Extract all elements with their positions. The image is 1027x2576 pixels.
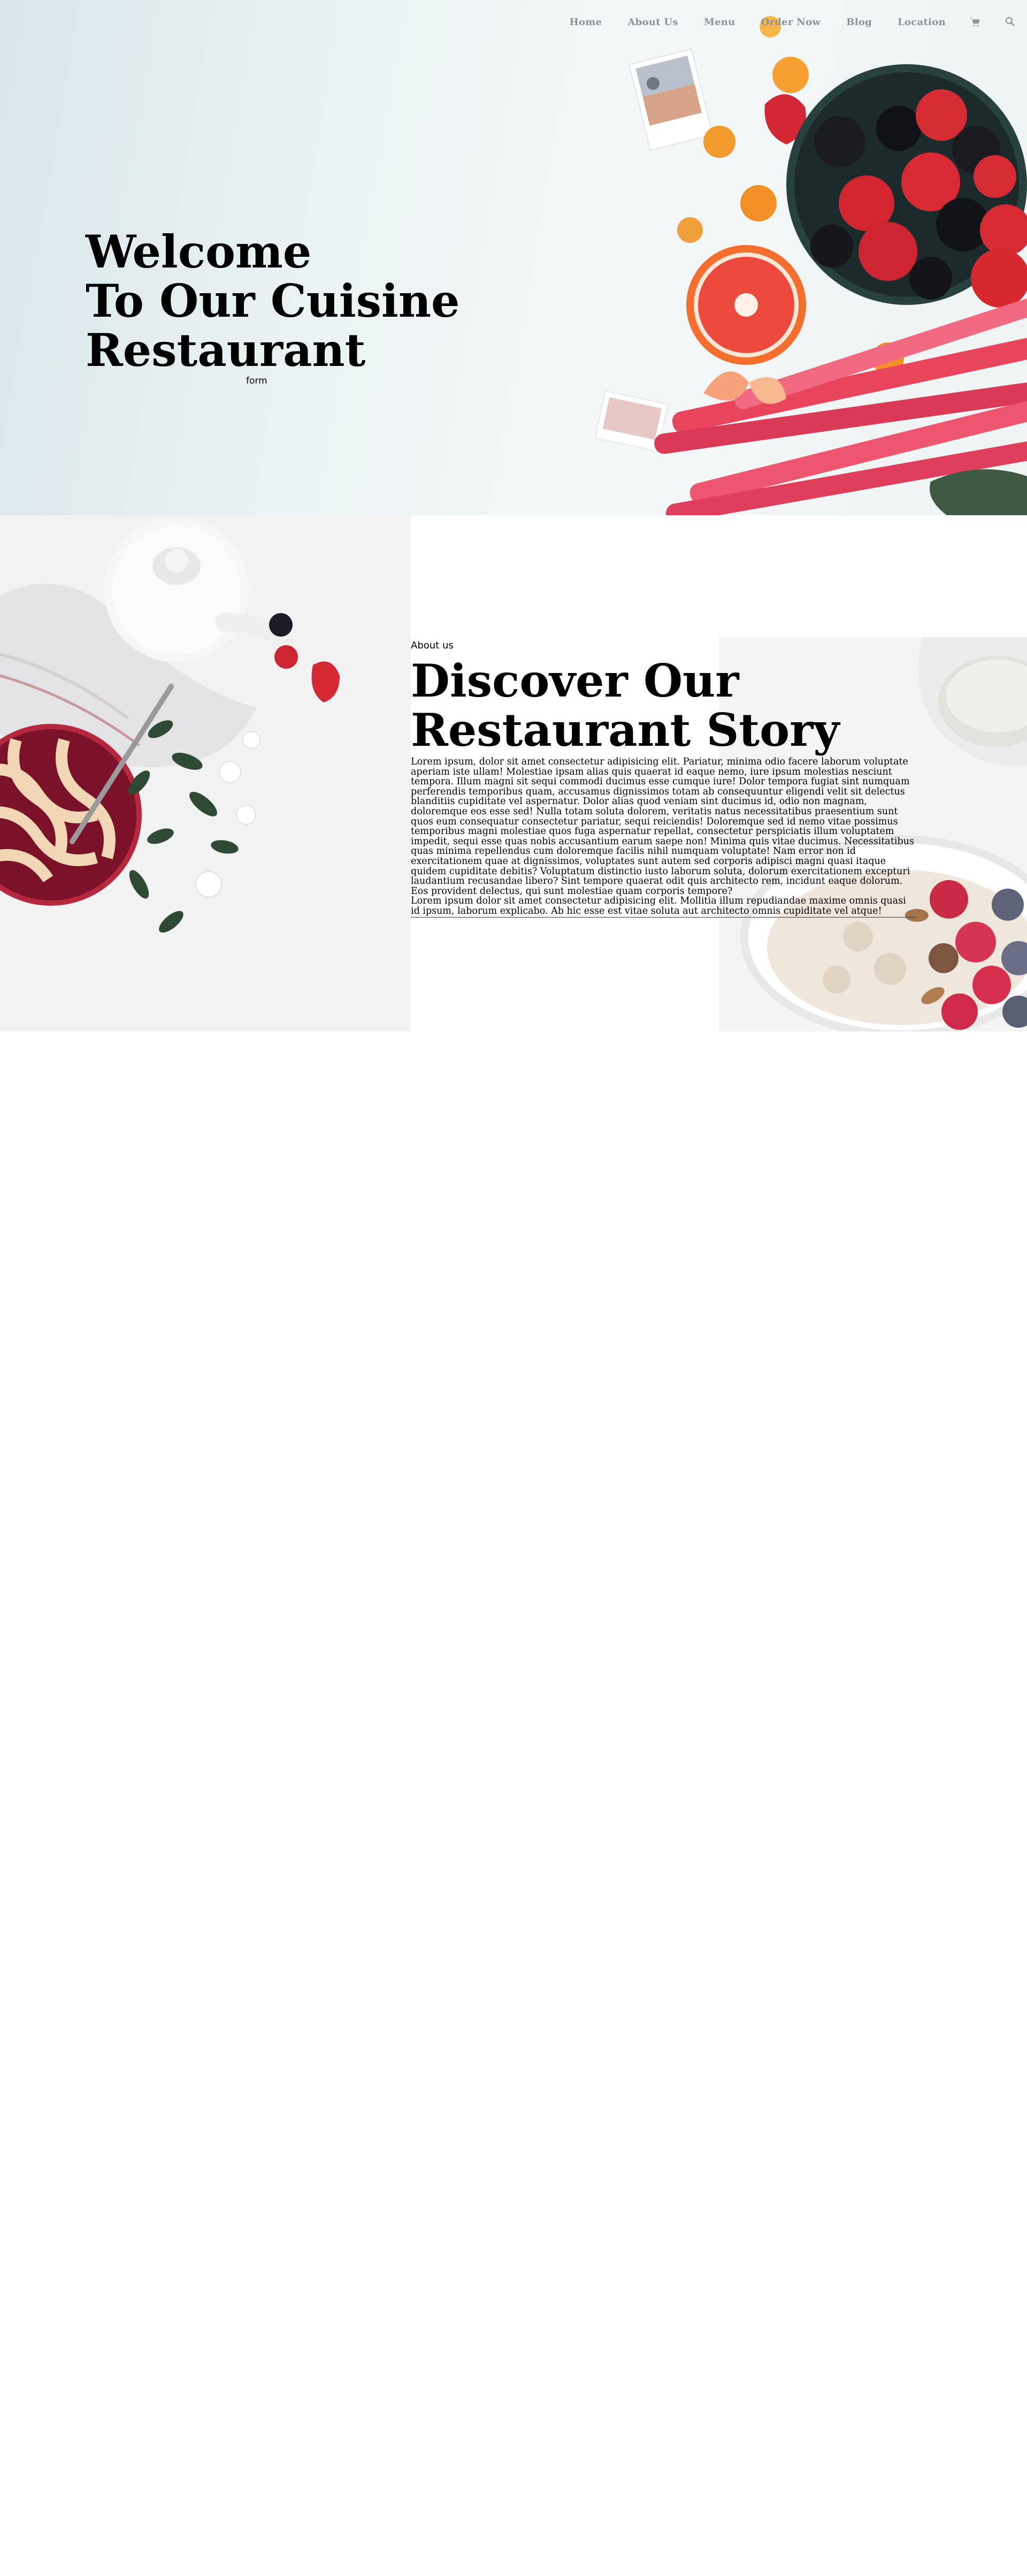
about-paragraph-1: Lorem ipsum, dolor sit amet consectetur … bbox=[411, 756, 914, 897]
search-icon[interactable] bbox=[1005, 16, 1016, 28]
nav-location-link[interactable]: Location bbox=[898, 17, 946, 28]
about-pie-image bbox=[0, 515, 411, 1031]
main-nav: Home About Us Menu Order Now Blog Locati… bbox=[544, 16, 1016, 28]
about-paragraph-2: Lorem ipsum dolor sit amet consectetur a… bbox=[411, 896, 916, 918]
nav-about-us-link[interactable]: About Us bbox=[627, 17, 678, 28]
about-section: About us Discover Our Restaurant Story L… bbox=[0, 515, 1027, 1031]
hero-form[interactable]: form bbox=[246, 376, 267, 386]
hero-section: Home About Us Menu Order Now Blog Locati… bbox=[0, 0, 1027, 515]
about-kicker: About us bbox=[411, 640, 454, 651]
hero-food-image bbox=[594, 16, 1027, 515]
hero-title-line-3: Restaurant bbox=[86, 324, 366, 377]
about-title-line-1: Discover Our bbox=[411, 654, 739, 707]
about-text-block: About us Discover Our Restaurant Story L… bbox=[411, 640, 925, 918]
cart-icon[interactable] bbox=[969, 16, 981, 28]
nav-blog-link[interactable]: Blog bbox=[846, 17, 872, 28]
hero-title-line-2: To Our Cuisine bbox=[86, 274, 460, 327]
nav-order-now-link[interactable]: Order Now bbox=[761, 17, 821, 28]
nav-home-link[interactable]: Home bbox=[570, 17, 602, 28]
about-title-line-2: Restaurant Story bbox=[411, 704, 840, 756]
hero-title-line-1: Welcome bbox=[86, 225, 312, 278]
hero-title: Welcome To Our Cuisine Restaurant bbox=[86, 227, 459, 375]
about-title: Discover Our Restaurant Story bbox=[411, 656, 925, 755]
nav-menu-link[interactable]: Menu bbox=[704, 17, 735, 28]
